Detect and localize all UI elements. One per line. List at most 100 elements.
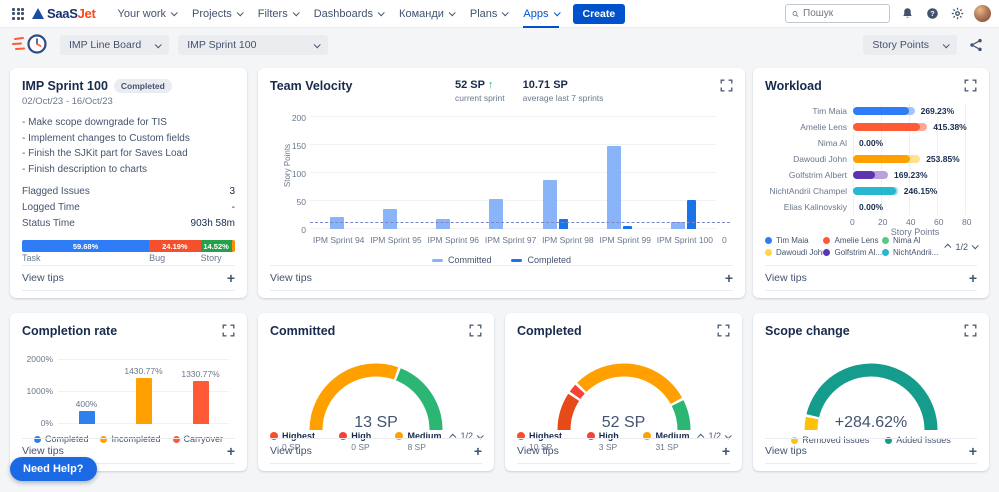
current-sprint-caption: current sprint [455,93,505,103]
scope-change-title: Scope change [765,324,850,338]
stat-value: 903h 58m [190,218,235,229]
view-tips-label: View tips [517,445,559,457]
workload-row-elias-kalinovskiy: Elias Kalinovskiy 0.00% [765,199,977,215]
plus-icon: + [226,443,235,459]
workload-row-value: 246.15% [903,186,938,196]
legend-dot [765,249,772,256]
view-tips-button[interactable]: View tips + [270,265,733,291]
workload-bar [853,171,876,179]
workload-title: Workload [765,79,822,93]
segment-pct: 14.52% [203,241,229,251]
unit-select[interactable]: Story Points [863,35,957,55]
legend-item-golfstrim-al[interactable]: Golfstrim Al... [823,248,882,257]
legend-item-dawoudi-john[interactable]: Dawoudi John [765,248,823,257]
legend-label: Amelie Lens [834,236,879,245]
legend-label: Golfstrim Al... [834,248,882,257]
sprint-goal-line: - Implement changes to Custom fields [22,132,190,144]
legend-item-completed[interactable]: Completed [511,255,571,265]
view-tips-label: View tips [765,445,807,457]
view-tips-button[interactable]: View tips + [270,438,482,464]
velocity-bar-group [382,117,397,229]
bar-carryover: 1330.77% [181,369,220,424]
brand-logo[interactable]: SaaSJet [32,6,96,21]
legend-dot [881,237,889,244]
view-tips-label: View tips [22,445,64,457]
nav-item-dashboards[interactable]: Dashboards [306,0,391,28]
workload-bar [853,123,921,131]
stat-label: Status Time [22,218,75,229]
bar-committed [382,209,397,229]
sprint-stat-row: Status Time 903h 58m [22,216,235,232]
pager-down-icon[interactable] [971,242,979,250]
view-tips-button[interactable]: View tips + [765,438,977,464]
need-help-button[interactable]: Need Help? [10,457,97,481]
unit-select-value: Story Points [872,39,929,51]
settings-gear-icon[interactable] [949,6,965,22]
pager-up-icon[interactable] [944,243,952,251]
app-switcher-icon[interactable] [12,7,24,20]
search-box[interactable] [785,4,890,23]
current-sprint-stat: 52 SP ↑ current sprint [455,79,505,103]
expand-icon[interactable] [964,324,977,337]
expand-icon[interactable] [717,324,730,337]
view-tips-label: View tips [270,445,312,457]
workload-legend-items: Tim Maia Amelie Lens Nima Al Dawoudi John Go… [765,236,940,257]
nav-item-filters[interactable]: Filters [250,0,306,28]
legend-item-nichtandrii[interactable]: NichtAndrii... [881,248,941,257]
committed-card: Committed 13 SP Highest 0 SP High 0 SP Mediu… [258,313,494,471]
legend-item-tim-maia[interactable]: Tim Maia [765,236,823,245]
legend-dot [765,237,772,244]
velocity-chart: Story Points 0 50 100 150 200 IPM Sprint 94 I… [270,113,733,265]
y-tick-label: 100 [291,169,306,179]
stat-value: - [231,202,235,213]
board-select[interactable]: IMP Line Board [60,35,170,55]
issue-type-segment-task: 59.68% [22,240,150,252]
nav-item-projects[interactable]: Projects [184,0,250,28]
scope-change-card: Scope change +284.62% Removed Issues Adde… [753,313,989,471]
nav-item-label: Команди [399,7,444,20]
sprint-select[interactable]: IMP Sprint 100 [178,35,329,55]
nav-item-label: Your work [117,7,167,20]
expand-icon[interactable] [469,324,482,337]
expand-icon[interactable] [720,79,733,92]
legend-item-nima-al[interactable]: Nima Al [881,236,941,245]
nav-item-your-work[interactable]: Your work [110,0,185,28]
create-button[interactable]: Create [572,3,626,24]
search-input[interactable] [803,8,883,19]
share-icon[interactable] [965,34,987,56]
workload-card: Workload 0 20 40 60 80 Tim Maia 269.23% Amelie … [753,68,989,298]
workload-row-amelie-lens: Amelie Lens 415.38% [765,119,977,135]
view-tips-button[interactable]: View tips + [22,265,235,291]
x-tick-label: IPM Sprint 98 [542,235,594,245]
chevron-down-icon [448,9,456,17]
plus-icon: + [968,270,977,286]
view-tips-button[interactable]: View tips + [765,265,977,291]
velocity-plot-area [310,116,730,229]
nav-item-apps[interactable]: Apps [515,0,566,28]
legend-item-committed[interactable]: Committed [431,255,491,265]
legend-item-amelie-lens[interactable]: Amelie Lens [823,236,882,245]
sprint-status-badge: Completed [113,79,172,93]
committed-gauge-value: 13 SP [354,414,398,431]
legend-label: NichtAndrii... [892,248,939,257]
nav-item-plans[interactable]: Plans [462,0,516,28]
user-avatar[interactable] [974,5,991,22]
y-tick-label: 0 [301,225,306,235]
nav-item-label: Plans [469,7,498,20]
svg-text:?: ? [930,9,935,18]
view-tips-label: View tips [765,272,807,284]
average-caption: average last 7 sprints [522,93,604,103]
notifications-bell-icon[interactable] [899,6,915,22]
view-tips-button[interactable]: View tips + [517,438,730,464]
gauge-segment-medium [576,363,682,405]
expand-icon[interactable] [222,324,235,337]
help-icon[interactable]: ? [924,6,940,22]
stat-label: Logged Time [22,202,80,213]
bar-incompleted: 1430.77% [124,366,163,424]
workload-row-nima-al: Nima Al 0.00% [765,135,977,151]
velocity-legend: Committed Completed [270,255,733,265]
expand-icon[interactable] [964,79,977,92]
plus-icon: + [226,270,235,286]
sprint-stats: Flagged Issues 3 Logged Time - Status Time 90… [22,184,235,232]
nav-item-команди[interactable]: Команди [391,0,462,28]
